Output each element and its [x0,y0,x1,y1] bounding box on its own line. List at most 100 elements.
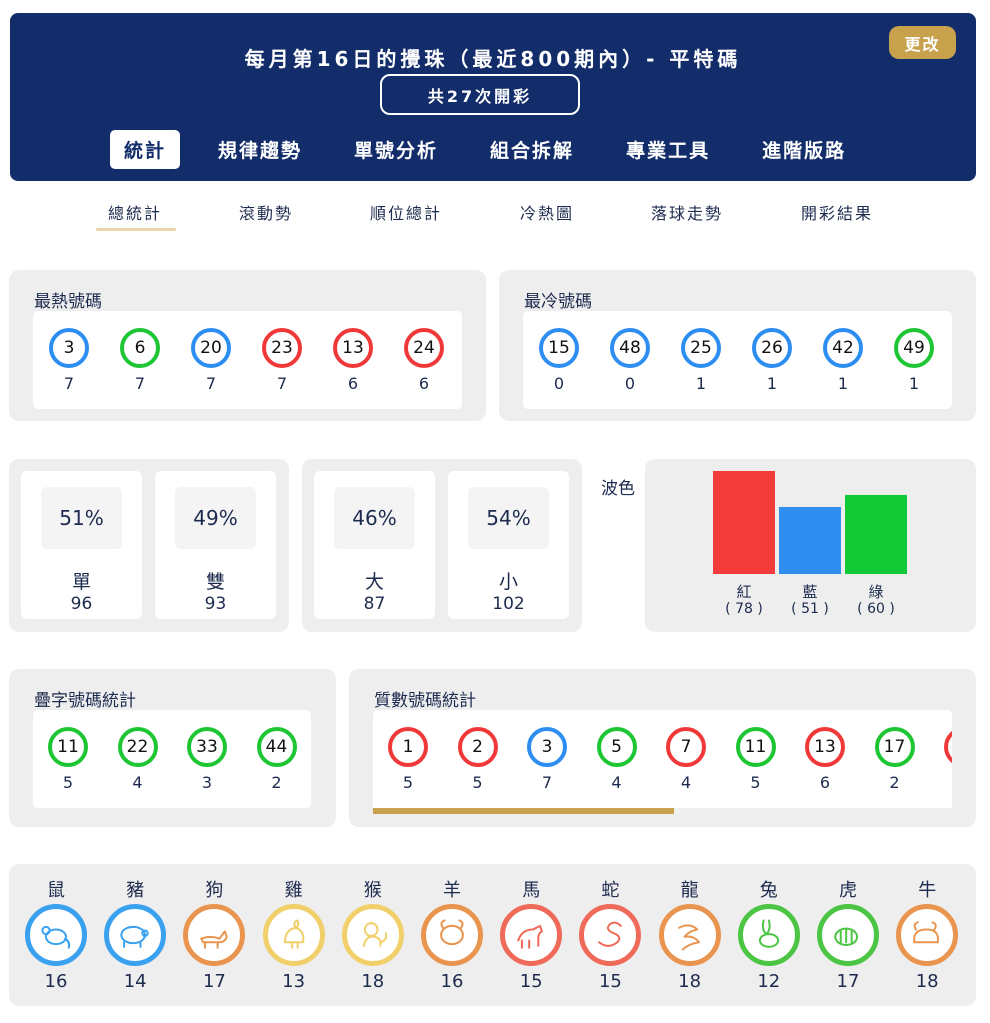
subtab-rolling[interactable]: 滾動勢 [239,200,293,224]
zodiac-item[interactable]: 羊 16 [420,876,484,992]
ball-item[interactable]: 74 [665,727,707,792]
number-ball[interactable] [944,727,952,767]
number-ball[interactable]: 6 [120,328,160,368]
tiger-icon[interactable] [817,904,879,966]
zodiac-item[interactable]: 狗 17 [182,876,246,992]
ball-item[interactable]: 37 [48,328,90,393]
ball-item[interactable]: 22 4 [117,727,159,792]
ox-icon[interactable] [896,904,959,966]
ball-item[interactable]: 13 6 [332,328,374,393]
ball-item[interactable]: 24 6 [403,328,445,393]
wave-bar-label: 紅 [736,583,752,601]
number-ball[interactable]: 24 [404,328,444,368]
ball-item[interactable]: 15 [387,727,429,792]
number-ball[interactable]: 1 [388,727,428,767]
zodiac-item[interactable]: 馬 15 [499,876,563,992]
snake-icon[interactable] [579,904,642,966]
pig-icon[interactable] [104,904,167,966]
subtab-overall[interactable]: 總統計 [95,200,177,231]
ball-item[interactable]: 44 2 [256,727,298,792]
ball-item[interactable]: 17 2 [874,727,916,792]
zodiac-item[interactable]: 兔 12 [737,876,801,992]
primes-title: 質數號碼統計 [374,691,476,711]
number-ball[interactable]: 25 [681,328,721,368]
number-ball[interactable]: 3 [49,328,89,368]
primes-list[interactable]: 1 5 2 5 3 7 5 4 7 4 11 5 13 6 17 2 [373,710,952,814]
number-ball[interactable]: 33 [187,727,227,767]
subtab-position[interactable]: 順位總計 [370,200,442,224]
ball-item[interactable]: 11 5 [47,727,89,792]
dog-icon[interactable] [183,904,246,966]
doubles-list: 11 5 22 4 33 3 44 2 [33,710,311,808]
ball-item[interactable]: 13 6 [804,727,846,792]
number-ball[interactable]: 42 [823,328,863,368]
ball-item[interactable]: 20 7 [190,328,232,393]
ball-item[interactable]: 15 0 [538,328,580,393]
draw-count-button[interactable]: 共27次開彩 [380,74,580,115]
number-ball[interactable]: 11 [735,727,776,767]
zodiac-item[interactable]: 蛇 15 [578,876,642,992]
ball-item[interactable]: 42 1 [822,328,864,393]
primes-scrollbar[interactable] [373,808,952,814]
ball-item[interactable]: 54 [596,727,638,792]
tab-pro-tools[interactable]: 專業工具 [612,130,724,169]
number-ball[interactable]: 48 [610,328,650,368]
tab-trends[interactable]: 規律趨勢 [204,130,316,169]
number-ball[interactable]: 7 [666,727,706,767]
zodiac-item[interactable]: 牛 18 [895,876,959,992]
number-ball[interactable]: 15 [539,328,579,368]
rat-icon[interactable] [25,904,87,966]
number-ball[interactable]: 13 [805,727,845,767]
subtab-ball-trend[interactable]: 落球走勢 [651,200,723,224]
number-ball[interactable]: 13 [333,328,373,368]
number-ball[interactable]: 20 [191,328,231,368]
ball-item[interactable]: 26 1 [751,328,793,393]
change-button[interactable]: 更改 [889,26,956,59]
goat-icon[interactable] [421,904,483,966]
subtab-heatmap[interactable]: 冷熱圖 [520,200,574,224]
rabbit-icon[interactable] [737,904,800,966]
monkey-icon[interactable] [341,904,404,966]
number-ball[interactable]: 22 [117,727,158,767]
ball-item[interactable]: 33 3 [186,727,228,792]
ball-item[interactable]: 37 [526,727,568,792]
ball-item[interactable]: 25 1 [680,328,722,393]
ball-item[interactable]: 11 5 [735,727,777,792]
ball-item[interactable]: 23 7 [261,328,303,393]
number-ball[interactable]: 26 [752,328,792,368]
tab-advanced-road[interactable]: 進階版路 [748,130,860,169]
ball-item[interactable]: 67 [119,328,161,393]
rooster-icon[interactable] [262,904,325,966]
number-ball[interactable]: 5 [596,727,637,767]
horse-icon[interactable] [500,904,563,966]
ball-count: 0 [553,374,565,393]
number-ball[interactable]: 49 [894,328,934,368]
ball-count: 1 [837,374,849,393]
even-label: 雙 [205,571,225,593]
tab-statistics[interactable]: 統計 [110,130,181,169]
zodiac-item[interactable]: 雞 13 [262,876,326,992]
number-ball[interactable]: 17 [874,727,915,767]
tab-single-number-analysis[interactable]: 單號分析 [340,130,452,169]
zodiac-item[interactable]: 鼠 16 [24,876,88,992]
ball-item[interactable] [943,727,952,773]
tab-combination[interactable]: 組合拆解 [476,130,588,169]
zodiac-count: 13 [282,971,306,992]
subtab-results[interactable]: 開彩結果 [801,200,873,224]
ball-count: 7 [134,374,146,393]
zodiac-item[interactable]: 豬 14 [103,876,167,992]
number-ball[interactable]: 44 [256,727,297,767]
dragon-icon[interactable] [658,904,721,966]
number-ball[interactable]: 2 [457,727,498,767]
primes-scrollbar-thumb[interactable] [373,808,675,814]
ball-item[interactable]: 25 [457,727,499,792]
number-ball[interactable]: 3 [527,727,567,767]
number-ball[interactable]: 11 [48,727,88,767]
ball-item[interactable]: 49 1 [893,328,935,393]
ball-count: 6 [418,374,430,393]
zodiac-item[interactable]: 猴 18 [341,876,405,992]
zodiac-item[interactable]: 虎 17 [816,876,880,992]
ball-item[interactable]: 48 0 [609,328,651,393]
number-ball[interactable]: 23 [262,328,302,368]
zodiac-item[interactable]: 龍 18 [658,876,722,992]
